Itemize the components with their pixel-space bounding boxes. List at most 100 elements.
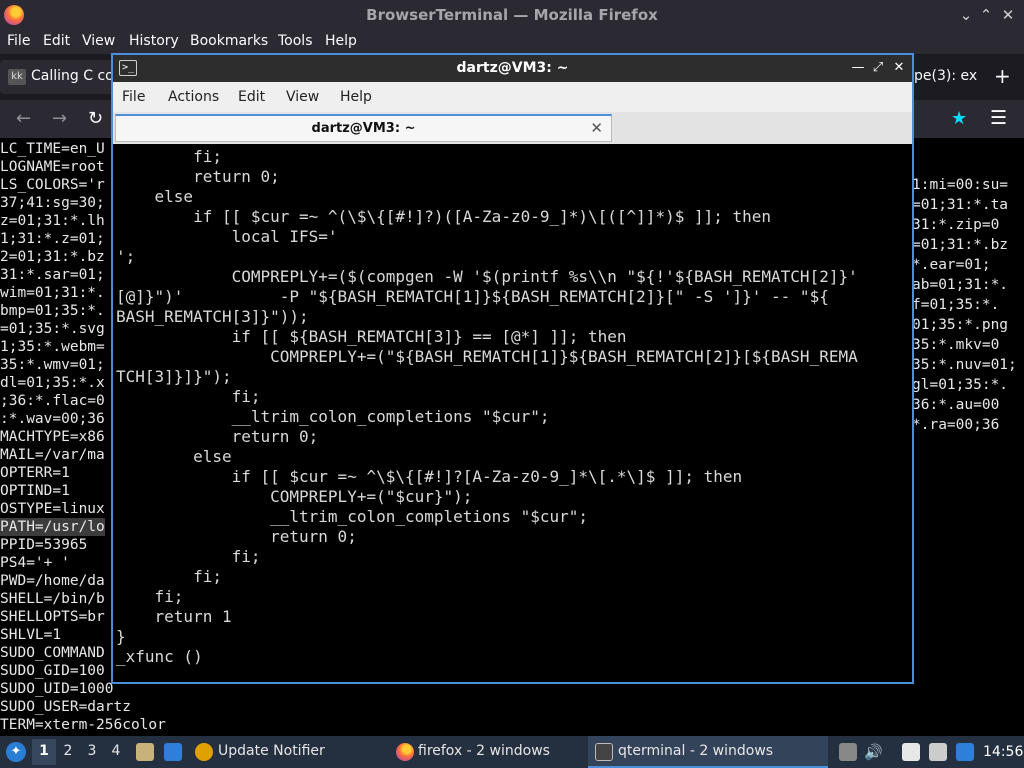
terminal-line: COMPREPLY+=("$cur}"); — [116, 487, 473, 506]
terminal-line: } — [116, 627, 126, 646]
terminal-menu-file[interactable]: File — [122, 89, 145, 105]
workspace-1[interactable]: 1 — [35, 743, 53, 759]
browser-tab-label: Calling C co — [31, 68, 114, 84]
back-icon[interactable]: ← — [16, 108, 31, 129]
terminal-menu-edit[interactable]: Edit — [238, 89, 265, 105]
update-notifier-task[interactable]: Update Notifier — [218, 743, 325, 759]
qterminal-task-icon — [595, 743, 613, 761]
firefox-window-title: BrowserTerminal — Mozilla Firefox — [366, 6, 658, 24]
clipboard-icon[interactable] — [902, 743, 920, 761]
terminal-line: fi; — [116, 587, 184, 606]
menu-help[interactable]: Help — [325, 33, 357, 49]
env-line-right: f=01;35:*. — [912, 297, 1000, 313]
terminal-line: '; — [116, 247, 136, 266]
env-line: PWD=/home/da — [0, 573, 105, 589]
terminal-tab[interactable]: dartz@VM3: ~ ✕ — [115, 114, 612, 142]
env-line: 37;41:sg=30; — [0, 195, 105, 211]
clock: 14:56 — [983, 744, 1024, 760]
env-line: SUDO_UID=1000 — [0, 681, 114, 697]
terminal-window-title: dartz@VM3: ~ — [456, 60, 569, 76]
close-icon[interactable]: ✕ — [891, 59, 907, 77]
terminal-line: else — [116, 447, 232, 466]
workspace-2[interactable]: 2 — [59, 743, 77, 759]
env-line-right: 35:*.mkv=0 — [912, 337, 1000, 353]
terminal-menu-actions[interactable]: Actions — [168, 89, 219, 105]
network-icon[interactable] — [929, 743, 947, 761]
update-notifier-icon[interactable] — [195, 743, 213, 761]
menu-edit[interactable]: Edit — [43, 33, 70, 49]
env-line-right: 01;35:*.png — [912, 317, 1009, 333]
env-line: OPTIND=1 — [0, 483, 70, 499]
qterminal-task[interactable]: qterminal - 2 windows — [618, 743, 773, 759]
terminal-menu-view[interactable]: View — [286, 89, 319, 105]
env-line: 1;31:*.z=01; — [0, 231, 105, 247]
notification-icon[interactable] — [956, 743, 974, 761]
env-line: SHLVL=1 — [0, 627, 62, 643]
close-icon[interactable]: ✕ — [998, 5, 1018, 25]
forward-icon[interactable]: → — [52, 108, 67, 129]
tab-favicon-icon: kk — [8, 69, 26, 85]
browser-tab[interactable]: kk Calling C co — [0, 60, 118, 94]
hamburger-menu-icon[interactable]: ☰ — [990, 107, 1007, 129]
firefox-menubar: File Edit View History Bookmarks Tools H… — [0, 30, 1024, 54]
show-desktop-icon[interactable] — [164, 743, 182, 761]
file-manager-icon[interactable] — [136, 743, 154, 761]
env-line: =01;35:*.svg — [0, 321, 105, 337]
env-line: 1;35:*.webm= — [0, 339, 105, 355]
qterminal-window[interactable]: >_ dartz@VM3: ~ — ⤢ ✕ File Actions Edit … — [111, 53, 914, 684]
menu-file[interactable]: File — [7, 33, 30, 49]
terminal-menu-help[interactable]: Help — [340, 89, 372, 105]
env-line: wim=01;31:*. — [0, 285, 105, 301]
terminal-line: if [[ $cur =~ ^\$\{[#!]?[A-Za-z0-9_]*\[.… — [116, 467, 743, 486]
menu-bookmarks[interactable]: Bookmarks — [190, 33, 268, 49]
bookmark-star-icon[interactable]: ★ — [951, 108, 967, 129]
terminal-titlebar[interactable]: >_ dartz@VM3: ~ — ⤢ ✕ — [113, 55, 912, 82]
env-line: bmp=01;35:*. — [0, 303, 105, 319]
env-line: MAIL=/var/ma — [0, 447, 105, 463]
env-line-right: 1:mi=00:su= — [912, 177, 1009, 193]
terminal-line: fi; — [116, 147, 222, 166]
env-line-right: gl=01;35:*. — [912, 377, 1009, 393]
volume-icon[interactable]: 🔊 — [864, 743, 883, 761]
env-line: LS_COLORS='r — [0, 177, 105, 193]
firefox-titlebar: BrowserTerminal — Mozilla Firefox ⌄ ⌃ ✕ — [0, 0, 1024, 30]
taskbar-menu-icon[interactable] — [839, 743, 857, 761]
env-line: SUDO_USER=dartz — [0, 699, 131, 715]
terminal-tabbar: dartz@VM3: ~ ✕ — [113, 112, 912, 144]
env-line: PATH=/usr/lo — [0, 518, 105, 536]
minimize-icon[interactable]: — — [850, 59, 866, 77]
firefox-task-icon — [396, 743, 414, 761]
minimize-icon[interactable]: ⌄ — [956, 5, 976, 25]
start-menu-icon[interactable]: ✦ — [6, 742, 26, 762]
terminal-line: return 0; — [116, 527, 357, 546]
maximize-icon[interactable]: ⤢ — [870, 59, 886, 77]
browser-tab-right[interactable]: pe(3): ex — [914, 68, 977, 84]
env-line: z=01;31:*.lh — [0, 213, 105, 229]
new-tab-icon[interactable]: + — [994, 64, 1011, 88]
env-line: 35:*.wmv=01; — [0, 357, 105, 373]
reload-icon[interactable]: ↻ — [88, 108, 103, 129]
env-line: ;36:*.flac=0 — [0, 393, 105, 409]
workspace-4[interactable]: 4 — [107, 743, 125, 759]
terminal-line: if [[ $cur =~ ^(\$\{[#!]?)([A-Za-z0-9_]*… — [116, 207, 772, 226]
env-line: OSTYPE=linux — [0, 501, 105, 517]
terminal-line: fi; — [116, 547, 261, 566]
terminal-line: local IFS=' — [116, 227, 338, 246]
env-line-right: ab=01;31:*. — [912, 277, 1009, 293]
maximize-icon[interactable]: ⌃ — [976, 5, 996, 25]
env-line: SUDO_GID=100 — [0, 663, 105, 679]
workspace-3[interactable]: 3 — [83, 743, 101, 759]
browser-tab-right-label: pe(3): ex — [914, 68, 978, 84]
terminal-line: COMPREPLY+=($(compgen -W '$(printf %s\\n… — [116, 267, 858, 286]
menu-view[interactable]: View — [82, 33, 115, 49]
terminal-line: return 1 — [116, 607, 232, 626]
menu-history[interactable]: History — [129, 33, 179, 49]
env-line: SHELL=/bin/b — [0, 591, 105, 607]
tab-close-icon[interactable]: ✕ — [590, 119, 603, 137]
env-line: :*.wav=00;36 — [0, 411, 105, 427]
firefox-task[interactable]: firefox - 2 windows — [418, 743, 550, 759]
terminal-output[interactable]: fi; return 0; else if [[ $cur =~ ^(\$\{[… — [114, 146, 911, 682]
env-line: SUDO_COMMAND — [0, 645, 105, 661]
terminal-line: return 0; — [116, 167, 280, 186]
menu-tools[interactable]: Tools — [278, 33, 313, 49]
